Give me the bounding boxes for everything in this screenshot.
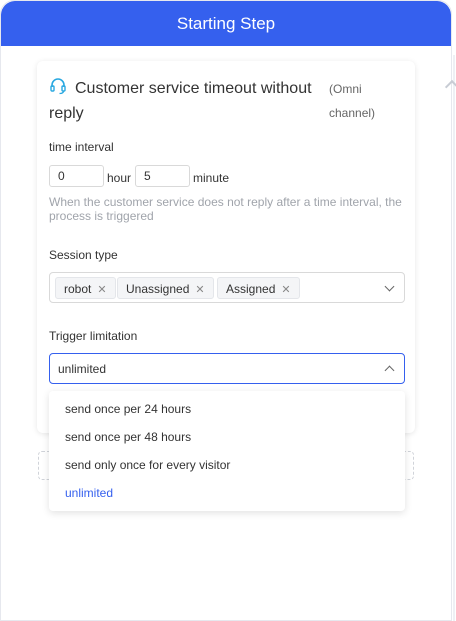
- hour-unit: hour: [107, 171, 132, 185]
- trigger-limitation-dropdown: send once per 24 hours send once per 48 …: [49, 391, 405, 511]
- close-icon[interactable]: ✕: [195, 284, 204, 296]
- option-unlimited[interactable]: unlimited: [65, 486, 113, 500]
- trigger-limitation-value: unlimited: [58, 362, 107, 376]
- trigger-card: Customer service timeout without reply (…: [37, 61, 415, 433]
- session-tag-robot: robot ✕: [55, 277, 116, 299]
- time-interval-hint: When the customer service does not reply…: [49, 195, 402, 223]
- hour-input[interactable]: 0: [49, 165, 104, 187]
- tag-label: robot: [64, 282, 92, 296]
- canvas-edge-line: [453, 55, 455, 621]
- minute-input[interactable]: 5: [135, 165, 190, 187]
- option-once-per-visitor[interactable]: send only once for every visitor: [65, 458, 230, 472]
- minute-unit: minute: [193, 171, 230, 185]
- time-interval-label: time interval: [49, 140, 114, 154]
- trigger-limitation-label: Trigger limitation: [49, 329, 138, 343]
- session-type-select[interactable]: robot ✕ Unassigned ✕ Assigned ✕: [49, 272, 405, 303]
- close-icon[interactable]: ✕: [97, 284, 106, 296]
- option-once-48h[interactable]: send once per 48 hours: [65, 430, 191, 444]
- step-panel: Starting Step Customer service timeout w…: [0, 0, 452, 621]
- channel-label: (Omni channel): [329, 82, 376, 120]
- panel-title: Starting Step: [176, 13, 276, 33]
- card-title-row: Customer service timeout without reply (…: [49, 73, 409, 123]
- session-tag-assigned: Assigned ✕: [217, 277, 300, 299]
- chevron-up-icon: [384, 365, 395, 376]
- close-icon[interactable]: ✕: [281, 284, 290, 296]
- option-once-24h[interactable]: send once per 24 hours: [65, 402, 191, 416]
- card-title: Customer service timeout without reply: [49, 80, 312, 122]
- tag-label: Unassigned: [126, 282, 190, 296]
- trigger-limitation-select[interactable]: unlimited: [49, 353, 405, 384]
- chevron-down-icon: [384, 281, 395, 292]
- session-type-label: Session type: [49, 248, 118, 262]
- tag-label: Assigned: [226, 282, 276, 296]
- panel-header: Starting Step: [1, 1, 451, 46]
- session-tag-unassigned: Unassigned ✕: [117, 277, 214, 299]
